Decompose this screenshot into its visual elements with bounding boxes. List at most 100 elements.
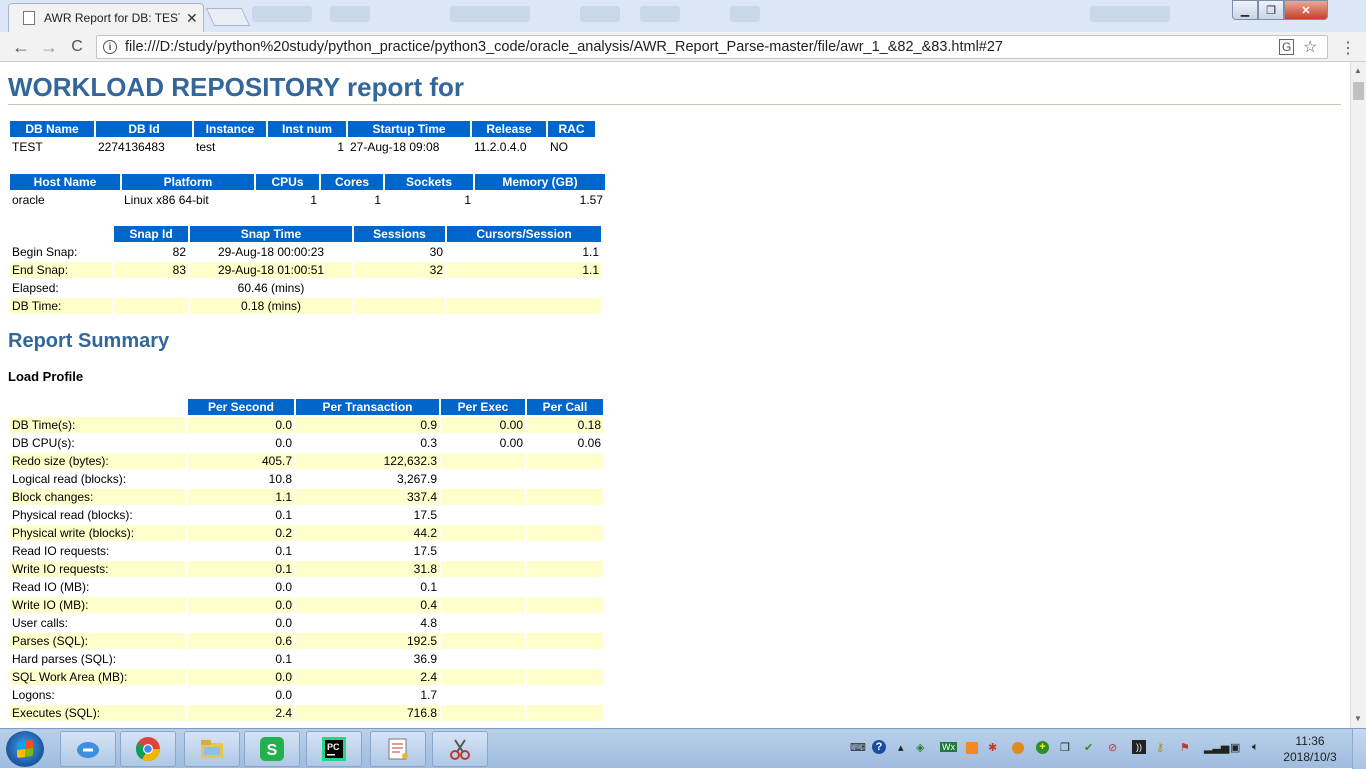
browser-sync-icon[interactable] — [60, 731, 116, 767]
metric-value: 3,267.9 — [396, 472, 437, 486]
browser-menu-icon[interactable]: ⋮ — [1340, 38, 1356, 58]
tray-device-icon[interactable]: ▣ — [1230, 741, 1240, 754]
system-clock[interactable]: 11:36 2018/10/3 — [1280, 733, 1340, 765]
address-bar[interactable]: i file:///D:/study/python%20study/python… — [96, 35, 1328, 59]
cell: Begin Snap: — [12, 245, 78, 259]
metric-value — [441, 579, 525, 595]
reload-button[interactable]: C — [66, 37, 88, 57]
svg-text:S: S — [267, 742, 278, 759]
col-per-exec: Per Exec — [441, 399, 525, 415]
close-window-button[interactable]: ✕ — [1284, 0, 1328, 20]
metric-label: Read IO (MB): — [12, 580, 90, 594]
metric-value — [527, 597, 603, 613]
notepad-icon[interactable] — [370, 731, 426, 767]
metric-value — [527, 669, 603, 685]
bookmark-star-icon[interactable]: ☆ — [1303, 37, 1317, 57]
scrollbar-thumb[interactable] — [1353, 82, 1364, 100]
pycharm-icon[interactable]: PC — [306, 731, 362, 767]
metric-value: 0.6 — [188, 633, 294, 649]
metric-value — [527, 651, 603, 667]
tray-stop-icon[interactable]: ⊘ — [1108, 741, 1117, 754]
back-button[interactable]: ← — [10, 37, 32, 57]
col-cores: Cores — [321, 174, 383, 190]
metric-value: 0.0 — [275, 580, 292, 594]
col-db-name: DB Name — [10, 121, 94, 137]
network-monitor-icon[interactable]: ◈ — [916, 741, 924, 754]
cell: 1.1 — [447, 262, 601, 278]
cell: 11.2.0.4.0 — [474, 140, 527, 154]
cell: 1 — [374, 193, 381, 207]
snipping-tool-icon[interactable] — [432, 731, 488, 767]
metric-value: 0.1 — [275, 508, 292, 522]
tray-plus-icon[interactable]: + — [1036, 741, 1049, 754]
network-signal-icon[interactable]: ▂▃▅ — [1204, 741, 1229, 754]
table-row: Begin Snap: 82 29-Aug-18 00:00:23 30 1.1 — [10, 244, 601, 260]
blurred-tab — [640, 6, 680, 22]
col-sockets: Sockets — [385, 174, 473, 190]
translate-icon[interactable]: G — [1279, 39, 1295, 55]
metric-label: DB CPU(s): — [12, 436, 75, 450]
tray-flag-icon[interactable]: ⚑ — [1180, 741, 1190, 754]
help-icon[interactable]: ? — [872, 740, 886, 754]
metric-value: 31.8 — [296, 561, 439, 577]
metric-value: 0.18 — [527, 417, 603, 433]
scroll-down-arrow-icon[interactable]: ▼ — [1354, 714, 1362, 723]
metric-value: 0.1 — [275, 652, 292, 666]
metric-label: Executes (SQL): — [10, 705, 186, 721]
cell — [447, 280, 601, 296]
forward-button[interactable]: → — [38, 37, 60, 57]
volume-icon[interactable]: 🔈︎ — [1252, 741, 1259, 754]
metric-value: 0.0 — [275, 616, 292, 630]
col-snap-time: Snap Time — [190, 226, 352, 242]
cell — [114, 280, 188, 296]
start-button[interactable] — [6, 731, 44, 767]
tray-copy-icon[interactable]: ❐ — [1060, 741, 1070, 754]
table-row: Parses (SQL): 0.6 192.5 — [10, 633, 603, 649]
table-row: Redo size (bytes): 405.7 122,632.3 — [10, 453, 603, 469]
metric-value — [441, 633, 525, 649]
tray-security-icon[interactable]: ✱ — [988, 741, 997, 754]
metric-label: Redo size (bytes): — [10, 453, 186, 469]
tray-key-icon[interactable]: ⚷ — [1156, 741, 1164, 754]
cell: TEST — [12, 140, 43, 154]
wps-tray-icon[interactable]: Wx — [940, 742, 957, 752]
blurred-tab — [580, 6, 620, 22]
vertical-scrollbar[interactable]: ▲ ▼ — [1350, 62, 1366, 728]
new-tab-button[interactable] — [205, 8, 251, 26]
cell — [354, 280, 445, 296]
tray-media-icon[interactable]: )) — [1132, 740, 1146, 754]
blurred-tab — [330, 6, 370, 22]
tray-expand-icon[interactable]: ▴ — [898, 741, 904, 754]
metric-value: 0.00 — [499, 436, 523, 450]
file-explorer-icon[interactable] — [184, 731, 240, 767]
scroll-up-arrow-icon[interactable]: ▲ — [1354, 66, 1362, 75]
minimize-button[interactable]: ▁ — [1232, 0, 1258, 20]
tray-app-icon[interactable] — [966, 742, 978, 754]
tab-close-icon[interactable]: ✕ — [186, 10, 198, 27]
metric-value: 0.9 — [296, 417, 439, 433]
cell — [114, 298, 188, 314]
chrome-icon[interactable] — [120, 731, 176, 767]
metric-value — [527, 489, 603, 505]
url-text[interactable]: file:///D:/study/python%20study/python_p… — [125, 39, 1003, 55]
windows-taskbar: S PC ⌨ ? ▴ ◈ Wx ✱ + ❐ ✔ ⊘ )) ⚷ ⚑ ▂▃▅ ▣ 🔈… — [0, 728, 1366, 769]
metric-value: 0.0 — [188, 417, 294, 433]
cell: NO — [550, 140, 568, 154]
blurred-tab — [1090, 6, 1170, 22]
keyboard-icon[interactable]: ⌨ — [850, 741, 866, 754]
col-db-id: DB Id — [96, 121, 192, 137]
table-row: DB Time: 0.18 (mins) — [10, 298, 601, 314]
wps-icon[interactable]: S — [244, 731, 300, 767]
maximize-button[interactable]: ❐ — [1258, 0, 1284, 20]
metric-value — [441, 471, 525, 487]
metric-value: 1.7 — [420, 688, 437, 702]
info-icon[interactable]: i — [103, 40, 117, 54]
show-desktop-button[interactable] — [1352, 729, 1366, 769]
active-tab[interactable]: AWR Report for DB: TEST ✕ — [8, 3, 204, 32]
tray-search-icon[interactable] — [1012, 742, 1024, 754]
tray-check-icon[interactable]: ✔ — [1084, 741, 1093, 754]
metric-label: Physical write (blocks): — [10, 525, 186, 541]
cell: test — [196, 140, 216, 154]
report-summary-heading: Report Summary — [8, 330, 170, 352]
metric-label: Logical read (blocks): — [12, 472, 127, 486]
